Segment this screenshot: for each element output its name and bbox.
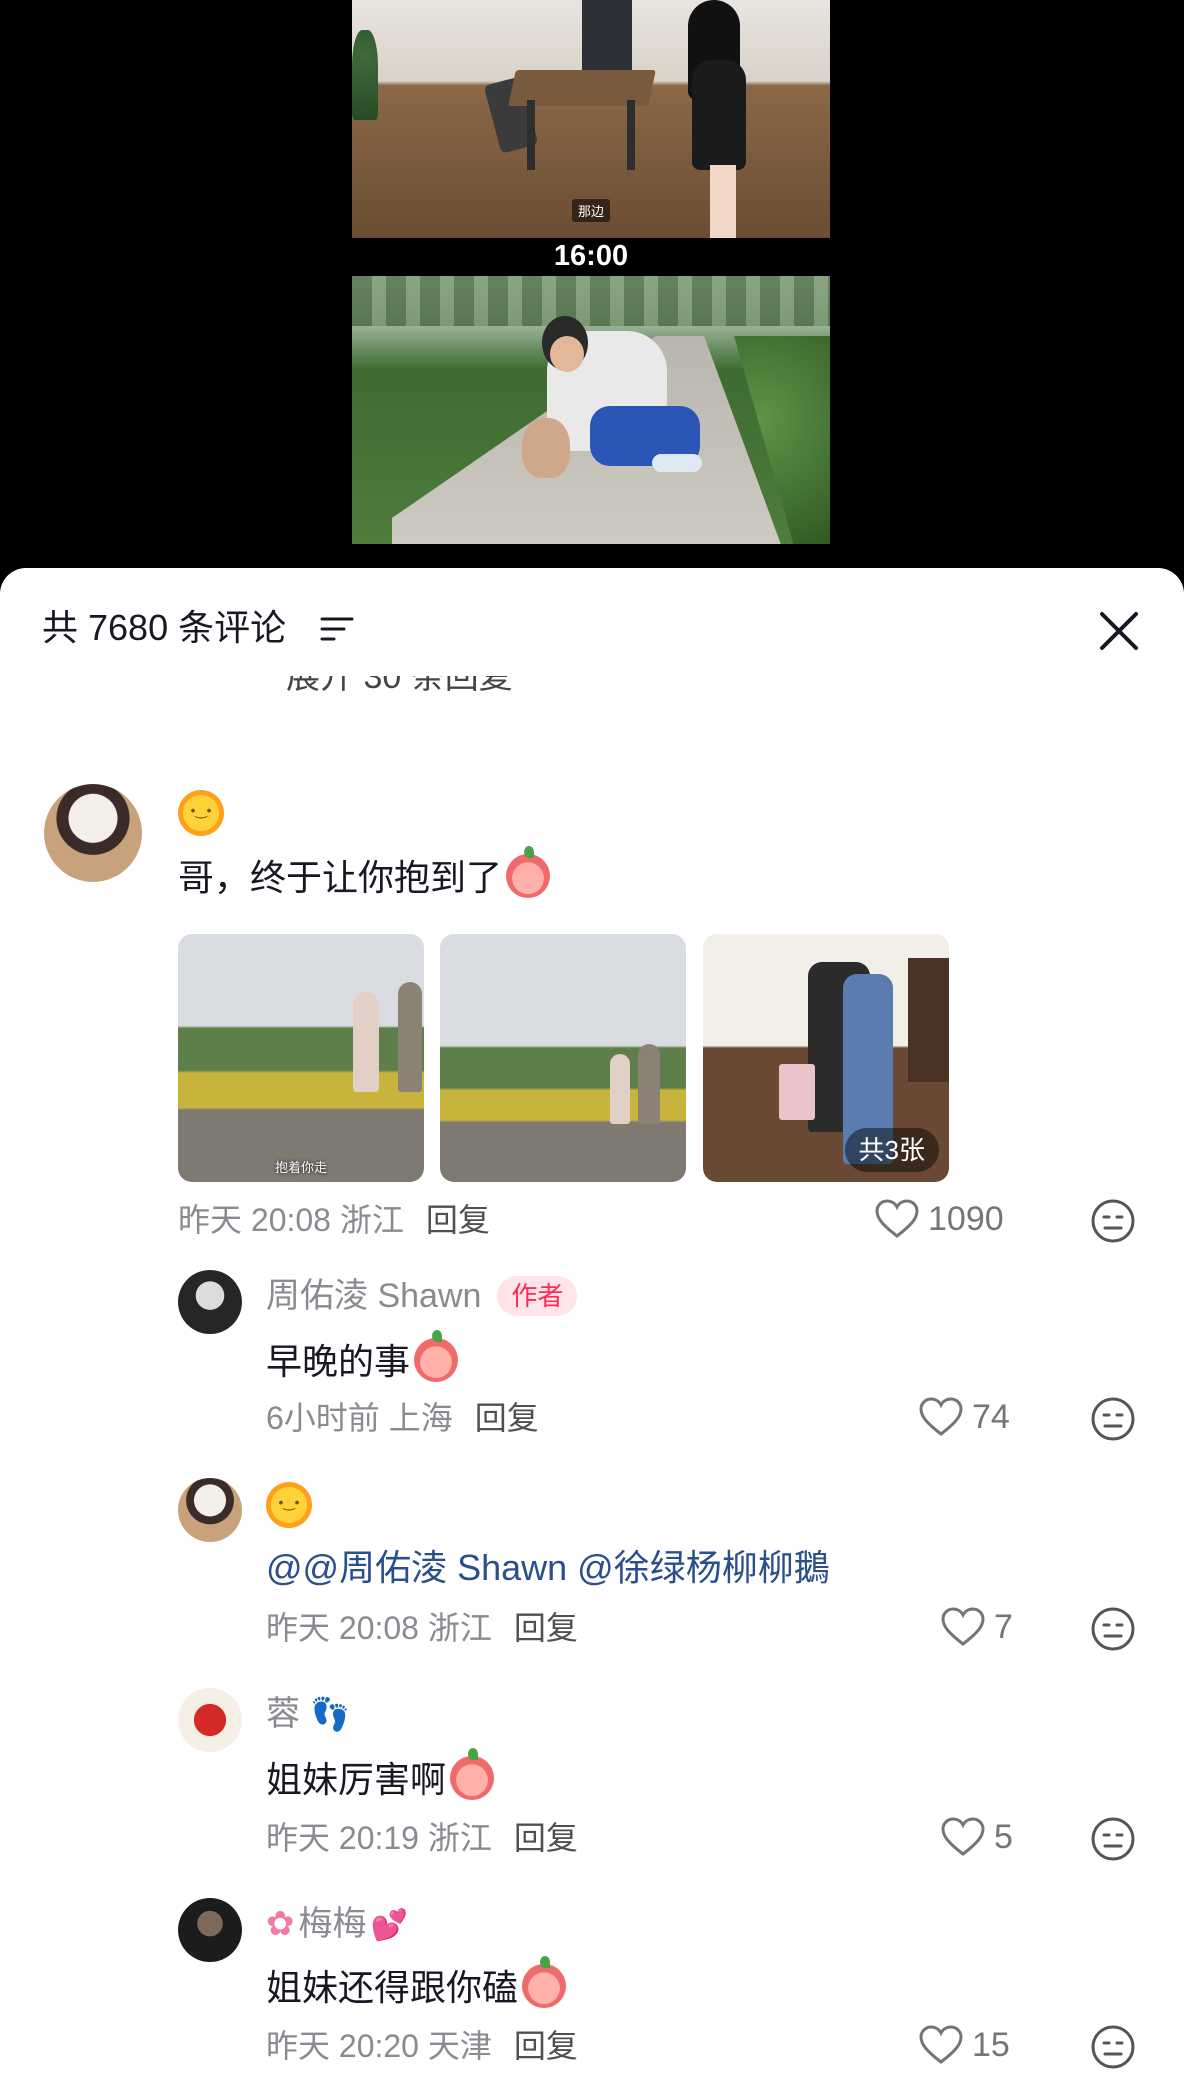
reply-button[interactable]: 回复: [514, 2028, 578, 2064]
peach-sticker-icon: [450, 1748, 495, 1800]
table-leg: [527, 100, 535, 170]
video-frame-top: 那边: [352, 0, 830, 238]
person-figure: [682, 0, 752, 238]
reply-meta: 昨天 20:08 浙江 回复: [266, 1610, 578, 1646]
man-shoe: [652, 454, 702, 472]
dislike-face-icon[interactable]: [1090, 2024, 1136, 2070]
reply-button[interactable]: 回复: [475, 1400, 539, 1436]
video-frame-bottom: [352, 276, 830, 544]
avatar[interactable]: [178, 1688, 242, 1752]
like-count: 7: [994, 1607, 1013, 1646]
hearts-icon: 💕: [370, 1909, 408, 1942]
reply-username[interactable]: ✿ 梅梅 💕: [266, 1904, 408, 1946]
reply-button[interactable]: 回复: [514, 1820, 578, 1856]
comments-sheet: 共 7680 条评论 展开 30 条回复 哥，终于让你抱到了 抱着你走 共3张 …: [0, 568, 1184, 2075]
dislike-face-icon[interactable]: [1090, 1816, 1136, 1862]
time-label: 16:00: [553, 240, 629, 272]
like-button[interactable]: 1090: [874, 1198, 1004, 1240]
man-face: [550, 336, 584, 372]
comment-image[interactable]: [440, 934, 686, 1182]
mention-link[interactable]: @@周佑淩 Shawn @徐绿杨柳柳鵝: [266, 1547, 830, 1588]
peach-sticker-icon: [522, 1956, 567, 2008]
dislike-face-icon[interactable]: [1090, 1606, 1136, 1652]
heart-icon: [875, 1199, 919, 1238]
heart-icon: [919, 1397, 963, 1436]
reply-text: 姐妹还得跟你磕: [266, 1956, 567, 2010]
reply-text: 姐妹厉害啊: [266, 1748, 495, 1802]
comments-header: 共 7680 条评论: [0, 568, 1184, 660]
heart-icon: [919, 2025, 963, 2064]
dislike-face-icon[interactable]: [1090, 1396, 1136, 1442]
dislike-face-icon[interactable]: [1090, 1198, 1136, 1244]
like-button[interactable]: 74: [918, 1396, 1010, 1438]
like-count: 1090: [928, 1199, 1004, 1238]
video-player[interactable]: 那边 16:00: [0, 0, 1184, 600]
avatar[interactable]: [178, 1898, 242, 1962]
like-button[interactable]: 7: [940, 1606, 1013, 1648]
peach-sticker-icon: [506, 846, 551, 898]
room-window: [582, 0, 632, 70]
reply-meta: 昨天 20:20 天津 回复: [266, 2028, 578, 2064]
avatar[interactable]: [178, 1478, 242, 1542]
comment-text: 哥，终于让你抱到了: [178, 846, 551, 900]
footprints-icon: 👣: [310, 1696, 350, 1732]
like-count: 74: [972, 1397, 1010, 1436]
table-leg: [627, 100, 635, 170]
close-icon[interactable]: [1096, 608, 1142, 654]
filter-icon[interactable]: [320, 616, 354, 642]
comment-count-title: 共 7680 条评论: [42, 607, 287, 648]
expand-replies-partial[interactable]: 展开 30 条回复: [286, 676, 513, 696]
sun-emoji-icon: [266, 1482, 312, 1528]
trees-background: [352, 276, 830, 326]
image-count-badge: 共3张: [844, 1128, 939, 1172]
reply-button[interactable]: 回复: [514, 1610, 578, 1646]
author-badge: 作者: [497, 1276, 578, 1316]
peach-sticker-icon: [414, 1330, 459, 1382]
reply-username[interactable]: 蓉 👣: [266, 1694, 350, 1734]
comment-image[interactable]: 抱着你走: [178, 934, 424, 1182]
heart-icon: [941, 1607, 985, 1646]
plant-decoration: [352, 30, 378, 120]
avatar[interactable]: [178, 1270, 242, 1334]
reply-username[interactable]: 周佑淩 Shawn 作者: [266, 1276, 578, 1316]
reply-text: 早晚的事: [266, 1330, 459, 1384]
reply-meta: 昨天 20:19 浙江 回复: [266, 1820, 578, 1856]
like-count: 15: [972, 2025, 1010, 2064]
video-caption: 那边: [572, 199, 611, 222]
image-caption: 抱着你走: [274, 1160, 327, 1175]
reply-meta: 6小时前 上海 回复: [266, 1400, 539, 1436]
flower-icon: ✿: [266, 1905, 295, 1943]
comment-image[interactable]: 共3张: [703, 934, 949, 1182]
avatar[interactable]: [44, 784, 142, 882]
like-button[interactable]: 5: [940, 1816, 1013, 1858]
comment-meta: 昨天 20:08 浙江 回复: [178, 1202, 490, 1238]
heart-icon: [941, 1817, 985, 1856]
like-count: 5: [994, 1817, 1013, 1856]
reply-text: @@周佑淩 Shawn @徐绿杨柳柳鵝: [266, 1546, 830, 1590]
like-button[interactable]: 15: [918, 2024, 1010, 2066]
sun-emoji-icon: [178, 790, 224, 836]
reply-button[interactable]: 回复: [426, 1202, 490, 1238]
dog-figure: [522, 418, 570, 478]
